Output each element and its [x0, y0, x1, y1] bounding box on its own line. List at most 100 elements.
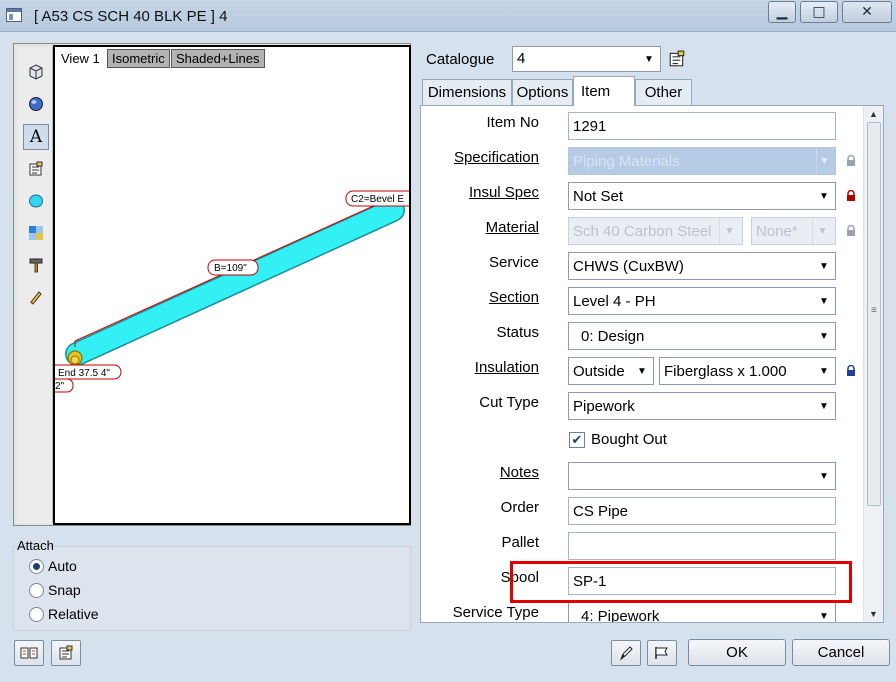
- cut-type-label: Cut Type: [479, 394, 539, 411]
- service-type-dropdown[interactable]: 4: Pipework ▼: [568, 602, 836, 622]
- chevron-down-icon: ▼: [719, 218, 739, 244]
- close-button[interactable]: ✕: [842, 1, 892, 23]
- order-input[interactable]: CS Pipe: [568, 497, 836, 525]
- catalogue-dropdown[interactable]: 4 ▼: [512, 46, 661, 72]
- flag-icon[interactable]: [647, 640, 677, 666]
- section-dropdown[interactable]: Level 4 - PH ▼: [568, 287, 836, 315]
- insulation-material-dropdown[interactable]: Fiberglass x 1.000 ▼: [659, 357, 836, 385]
- dialog-body: A View 1 Isometric Shaded+Lines C2=Bevel…: [0, 33, 896, 682]
- lock-icon[interactable]: [845, 190, 857, 202]
- specification-label[interactable]: Specification: [454, 149, 539, 166]
- chevron-down-icon: ▼: [819, 260, 829, 272]
- chevron-down-icon: ▼: [816, 148, 832, 174]
- cancel-button[interactable]: Cancel: [792, 639, 890, 666]
- service-type-label: Service Type: [452, 604, 539, 621]
- material-size-dropdown: None* ▼: [751, 217, 836, 245]
- ok-button[interactable]: OK: [688, 639, 786, 666]
- hammer-icon[interactable]: [23, 252, 49, 278]
- dim-2-label: 2": [55, 381, 65, 392]
- spool-label: Spool: [500, 569, 539, 586]
- section-label[interactable]: Section: [489, 289, 539, 306]
- insul-spec-label[interactable]: Insul Spec: [469, 184, 539, 201]
- lock-icon: [847, 225, 855, 236]
- minimize-button[interactable]: ▁: [768, 1, 796, 23]
- item-no-input[interactable]: 1291: [568, 112, 836, 140]
- sphere-icon[interactable]: [23, 91, 49, 117]
- chevron-down-icon: ▼: [819, 610, 829, 622]
- item-tab-panel: Item No 1291 Specification Piping Materi…: [420, 105, 884, 623]
- bought-out-label: Bought Out: [591, 431, 667, 448]
- pipe-drawing: C2=Bevel E B=109" End 37.5 4" 2": [55, 190, 409, 393]
- radio-relative[interactable]: Relative: [29, 606, 99, 622]
- preview-panel: A View 1 Isometric Shaded+Lines C2=Bevel…: [13, 43, 411, 526]
- notes-label[interactable]: Notes: [500, 464, 539, 481]
- tab-dimensions[interactable]: Dimensions: [422, 79, 512, 105]
- status-dropdown[interactable]: 0: Design ▼: [568, 322, 836, 350]
- catalogue-label: Catalogue: [426, 51, 495, 68]
- order-label: Order: [500, 499, 539, 516]
- radio-relative-indicator[interactable]: [29, 606, 44, 622]
- bought-out-checkbox[interactable]: ✔: [569, 432, 585, 448]
- view-options-icon[interactable]: [14, 640, 44, 666]
- dim-c2-label: C2=Bevel E: [351, 194, 404, 205]
- chevron-down-icon: ▼: [644, 53, 654, 65]
- cube-icon[interactable]: [23, 59, 49, 85]
- chevron-down-icon: ▼: [819, 190, 829, 202]
- pallet-label: Pallet: [501, 534, 539, 551]
- tab-other[interactable]: Other: [635, 79, 692, 105]
- dim-end-label: End 37.5 4": [58, 368, 110, 379]
- grip-icon: ≡: [871, 305, 877, 316]
- window-title: [ A53 CS SCH 40 BLK PE ] 4: [34, 8, 228, 25]
- ellipse-icon[interactable]: [23, 188, 49, 214]
- maximize-button[interactable]: □: [800, 1, 838, 23]
- form-scrollbar[interactable]: ▲ ≡ ▼: [863, 106, 883, 622]
- radio-auto-indicator[interactable]: [29, 558, 44, 574]
- lock-icon: [847, 155, 855, 166]
- item-form: Item No 1291 Specification Piping Materi…: [421, 106, 861, 622]
- attach-group: Attach Auto Snap Relative: [13, 536, 411, 631]
- chevron-down-icon: ▼: [819, 365, 829, 377]
- insul-spec-dropdown[interactable]: Not Set ▼: [568, 182, 836, 210]
- notes-dropdown[interactable]: ▼: [568, 462, 836, 490]
- item-no-label: Item No: [486, 114, 539, 131]
- service-label: Service: [488, 254, 539, 271]
- cut-type-dropdown[interactable]: Pipework ▼: [568, 392, 836, 420]
- radio-snap[interactable]: Snap: [29, 582, 81, 598]
- tab-options[interactable]: Options: [512, 79, 573, 105]
- scroll-thumb[interactable]: ≡: [867, 122, 881, 506]
- spool-input[interactable]: SP-1: [568, 567, 836, 595]
- title-bar: [ A53 CS SCH 40 BLK PE ] 4 ▁ □ ✕: [0, 0, 896, 32]
- service-dropdown[interactable]: CHWS (CuxBW) ▼: [568, 252, 836, 280]
- attach-title: Attach: [17, 538, 54, 553]
- pallet-input[interactable]: [568, 532, 836, 560]
- paint-icon[interactable]: [23, 284, 49, 310]
- insulation-label[interactable]: Insulation: [475, 359, 539, 376]
- tab-item[interactable]: Item: [573, 76, 635, 106]
- properties-icon[interactable]: [51, 640, 81, 666]
- scroll-down-icon[interactable]: ▼: [864, 606, 883, 622]
- pipe-shape: [65, 197, 405, 366]
- insulation-location-dropdown[interactable]: Outside ▼: [568, 357, 654, 385]
- preview-toolbar: A: [17, 47, 53, 523]
- text-icon[interactable]: A: [23, 124, 49, 150]
- catalogue-properties-icon[interactable]: [668, 50, 686, 68]
- radio-snap-indicator[interactable]: [29, 582, 44, 598]
- chevron-down-icon: ▼: [812, 218, 832, 244]
- properties-icon[interactable]: [23, 156, 49, 182]
- lock-icon[interactable]: [845, 365, 857, 377]
- pen-icon[interactable]: [611, 640, 641, 666]
- chevron-down-icon: ▼: [819, 330, 829, 342]
- material-label[interactable]: Material: [486, 219, 539, 236]
- specification-dropdown: Piping Materials ▼: [568, 147, 836, 175]
- grid-icon[interactable]: [23, 220, 49, 246]
- scroll-up-icon[interactable]: ▲: [864, 106, 883, 122]
- chevron-down-icon: ▼: [819, 400, 829, 412]
- chevron-down-icon: ▼: [819, 295, 829, 307]
- app-icon: [6, 8, 22, 22]
- chevron-down-icon: ▼: [819, 470, 829, 482]
- material-dropdown: Sch 40 Carbon Steel ▼: [568, 217, 743, 245]
- dim-b-label: B=109": [214, 263, 247, 274]
- radio-auto[interactable]: Auto: [29, 558, 77, 574]
- status-label: Status: [496, 324, 539, 341]
- preview-viewport[interactable]: View 1 Isometric Shaded+Lines C2=Bevel E…: [53, 45, 411, 525]
